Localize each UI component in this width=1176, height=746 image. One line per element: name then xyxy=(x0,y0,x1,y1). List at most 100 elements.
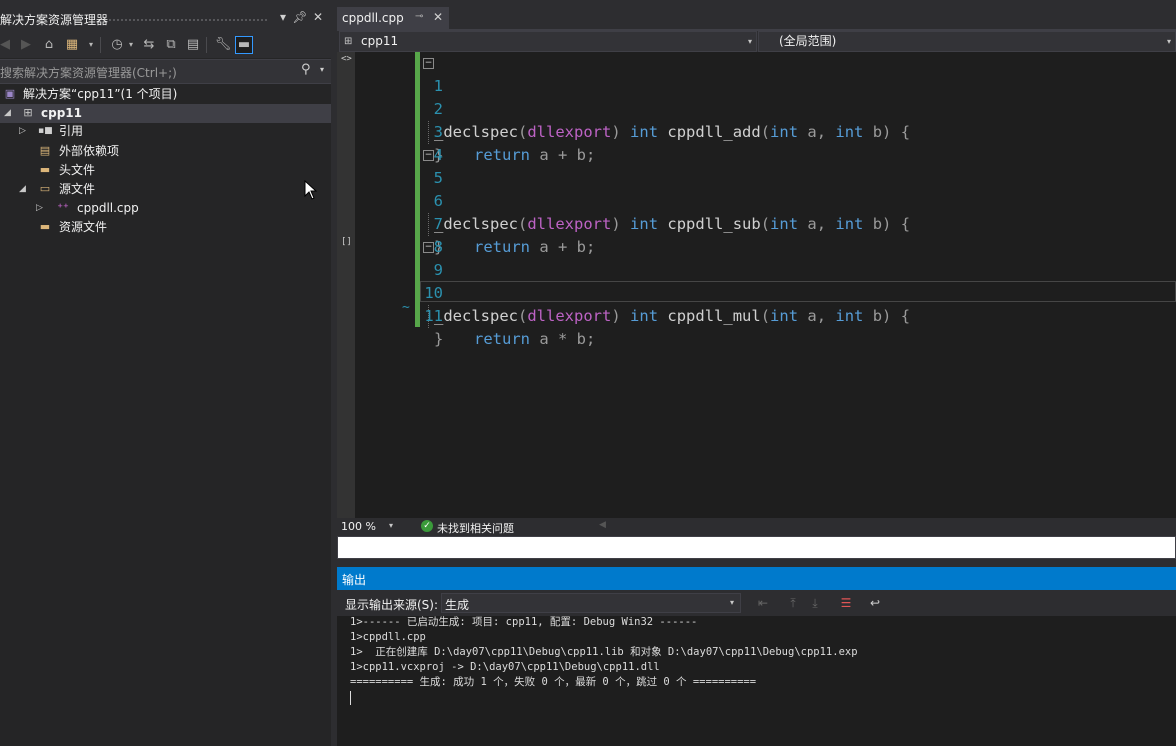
code-line-7[interactable]: 7 } xyxy=(337,190,1176,256)
search-icon[interactable]: ⚲ xyxy=(301,62,311,77)
search-input[interactable]: 搜索解决方案资源管理器(Ctrl+;) xyxy=(0,64,177,81)
home-icon[interactable]: ⌂ xyxy=(40,36,58,54)
collapse-all-icon[interactable]: ⧉ xyxy=(162,36,180,54)
external-deps-icon: ▤ xyxy=(39,144,51,157)
switch-views-icon[interactable]: ▦ xyxy=(63,36,81,54)
switch-views-dropdown-icon[interactable]: ▾ xyxy=(82,36,100,54)
sync-icon[interactable]: ⇆ xyxy=(140,36,158,54)
forward-icon[interactable]: ▶ xyxy=(17,36,35,54)
code-line-10[interactable]: 10 return a * b; xyxy=(337,259,1176,348)
code-line-3[interactable]: 3 } xyxy=(337,98,1176,164)
collapse-region-icon[interactable]: − xyxy=(423,150,434,161)
solution-explorer-search[interactable]: 搜索解决方案资源管理器(Ctrl+;) ⚲ ▾ xyxy=(0,59,331,84)
pin-tab-icon[interactable]: ⊸ xyxy=(415,11,423,22)
tree-references-node[interactable]: ▷ ▪■ 引用 xyxy=(0,122,331,141)
solution-explorer-toolbar: ◀ ▶ ⌂ ▦ ▾ ◷ ▾ ⇆ ⧉ ▤ 🔧︎ ▬ xyxy=(0,32,331,58)
window-position-dropdown-icon[interactable]: ▾ xyxy=(275,9,291,25)
tree-cpp-file-node[interactable]: ▷ ⁺⁺ cppdll.cpp xyxy=(0,199,331,218)
preview-selected-items-icon[interactable]: ▬ xyxy=(235,36,253,54)
tree-label: cpp11 xyxy=(41,106,82,120)
code-text: return a * b; xyxy=(474,330,596,348)
output-title: 输出 xyxy=(342,573,367,587)
chevron-down-icon: ▾ xyxy=(1166,37,1171,46)
drag-grip[interactable] xyxy=(108,18,268,22)
horizontal-scrollbar[interactable] xyxy=(337,536,1176,559)
collapse-region-icon[interactable]: − xyxy=(423,242,434,253)
next-message-icon[interactable]: ⤓ xyxy=(807,595,823,611)
mouse-pointer-icon xyxy=(304,180,318,200)
code-line-11[interactable]: 11 } xyxy=(337,282,1176,348)
output-source-value: 生成 xyxy=(445,598,470,612)
cpp-file-icon: ⁺⁺ xyxy=(57,201,69,214)
document-tabstrip xyxy=(337,0,1176,31)
output-source-dropdown[interactable]: 生成 ▾ xyxy=(441,593,741,613)
editor-status-line: 100 % ▾ ✓ 未找到相关问题 ◀ xyxy=(337,518,1176,536)
toggle-word-wrap-icon[interactable]: ↩ xyxy=(867,595,883,611)
tree-label: 资源文件 xyxy=(59,220,108,234)
scroll-left-icon[interactable]: ◀ xyxy=(599,520,606,530)
properties-wrench-icon[interactable]: 🔧︎ xyxy=(214,36,232,54)
zoom-dropdown-icon[interactable]: ▾ xyxy=(389,521,393,530)
scope-dropdown[interactable]: (全局范围) ▾ xyxy=(758,31,1176,52)
tree-label: 解决方案“cpp11”(1 个项目) xyxy=(23,87,178,101)
previous-message-icon[interactable]: ⤒ xyxy=(785,595,801,611)
tree-source-files-node[interactable]: ◢ ▭ 源文件 xyxy=(0,180,331,199)
code-text: _declspec(dllexport) int cppdll_mul(int … xyxy=(434,307,911,325)
tree-header-files-node[interactable]: ▬ 头文件 xyxy=(0,161,331,180)
code-line-5[interactable]: 5 − _declspec(dllexport) int cppdll_sub(… xyxy=(337,144,1176,233)
search-options-dropdown-icon[interactable]: ▾ xyxy=(320,65,324,74)
project-dropdown[interactable]: ⊞ cpp11 ▾ xyxy=(339,31,757,52)
tab-cppdll-cpp[interactable]: cppdll.cpp ⊸ ✕ xyxy=(337,7,449,29)
tab-label: cppdll.cpp xyxy=(342,11,404,25)
chevron-down-icon: ▾ xyxy=(747,37,752,46)
output-panel-titlebar: 输出 xyxy=(337,567,1176,590)
toolbar-separator xyxy=(100,37,101,53)
code-line-1[interactable]: 1 − _declspec(dllexport) int cppdll_add(… xyxy=(337,52,1176,141)
project-icon: ⊞ xyxy=(23,106,33,119)
zoom-level[interactable]: 100 % xyxy=(341,520,376,533)
output-source-label: 显示输出来源(S): xyxy=(345,598,439,612)
folder-open-icon: ▭ xyxy=(39,182,51,195)
tree-label: 源文件 xyxy=(59,182,96,196)
text-caret xyxy=(350,691,351,705)
code-line-4[interactable]: 4 xyxy=(337,121,1176,164)
output-line: 1> 正在创建库 D:\day07\cpp11\Debug\cpp11.lib … xyxy=(350,646,858,658)
code-line-8[interactable]: 8 xyxy=(337,213,1176,256)
references-icon: ▪■ xyxy=(38,126,53,136)
code-text: } xyxy=(434,330,444,348)
collapsed-arrow-icon[interactable]: ▷ xyxy=(19,122,26,141)
folder-icon: ▬ xyxy=(39,163,51,176)
close-icon[interactable]: ✕ xyxy=(310,9,326,25)
issues-status-text[interactable]: 未找到相关问题 xyxy=(437,520,514,536)
pin-icon[interactable]: 📌︎ xyxy=(292,9,308,25)
find-message-in-code-icon[interactable]: ⇤ xyxy=(755,595,771,611)
tree-resource-files-node[interactable]: ▬ 资源文件 xyxy=(0,218,331,237)
chevron-down-icon: ▾ xyxy=(730,598,735,607)
tree-external-deps-node[interactable]: ▤ 外部依赖项 xyxy=(0,142,331,161)
solution-icon: ▣ xyxy=(4,87,16,100)
scope-dropdown-value: (全局范围) xyxy=(779,34,837,48)
tree-label: 引用 xyxy=(59,124,84,138)
project-icon: ⊞ xyxy=(344,36,353,47)
output-line: ========== 生成: 成功 1 个，失败 0 个，最新 0 个，跳过 0… xyxy=(350,676,757,688)
code-line-2[interactable]: 2 return a + b; xyxy=(337,75,1176,164)
tree-label: 头文件 xyxy=(59,163,96,177)
back-icon[interactable]: ◀ xyxy=(0,36,14,54)
clear-all-icon[interactable]: ☰ xyxy=(838,595,854,611)
code-line-9[interactable]: 9 − _declspec(dllexport) int cppdll_mul(… xyxy=(337,236,1176,325)
collapse-region-icon[interactable]: − xyxy=(423,58,434,69)
collapsed-arrow-icon[interactable]: ▷ xyxy=(36,199,43,218)
tree-project-node[interactable]: ◢ ⊞ cpp11 xyxy=(0,104,331,123)
solution-explorer-title: 解决方案资源管理器 xyxy=(0,13,109,27)
output-line: 1>cppdll.cpp xyxy=(350,631,426,643)
pending-changes-dropdown-icon[interactable]: ▾ xyxy=(122,36,140,54)
end-of-file-marker: ~ xyxy=(402,300,410,315)
expanded-arrow-icon[interactable]: ◢ xyxy=(19,180,26,199)
toolbar-separator xyxy=(206,37,207,53)
close-tab-icon[interactable]: ✕ xyxy=(433,10,443,24)
output-line: 1>------ 已启动生成: 项目: cpp11, 配置: Debug Win… xyxy=(350,616,698,628)
show-all-files-icon[interactable]: ▤ xyxy=(184,36,202,54)
expanded-arrow-icon[interactable]: ◢ xyxy=(4,104,11,123)
code-line-6[interactable]: 6 return a + b; xyxy=(337,167,1176,256)
tree-solution-node[interactable]: ▣ 解决方案“cpp11”(1 个项目) xyxy=(0,85,331,104)
